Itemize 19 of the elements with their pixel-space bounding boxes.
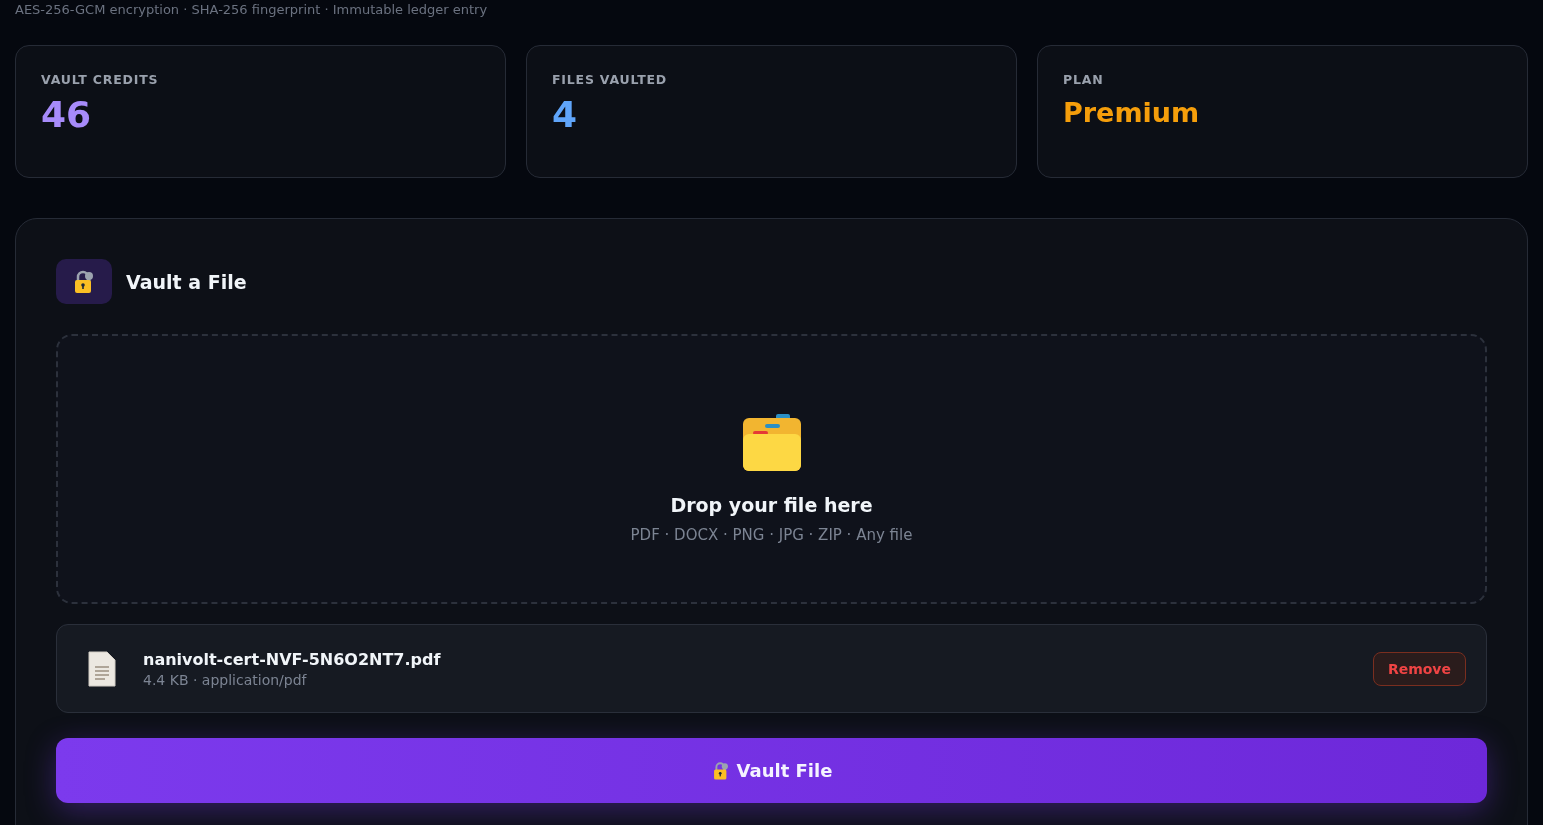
file-dropzone[interactable]: Drop your file here PDF · DOCX · PNG · JPG · ZIP · Any file xyxy=(56,334,1487,604)
dropzone-title: Drop your file here xyxy=(670,494,873,516)
stat-value: Premium xyxy=(1063,96,1201,130)
folder-icon xyxy=(741,414,802,472)
stat-label: FILES VAULTED xyxy=(552,72,669,87)
file-name: nanivolt-cert-NVF-5N6O2NT7.pdf xyxy=(143,649,442,669)
stat-label: VAULT CREDITS xyxy=(41,72,160,87)
subtitle: AES-256-GCM encryption · SHA-256 fingerprint · Immutable ledger entry xyxy=(15,1,489,19)
document-icon xyxy=(87,649,117,688)
button-label: Vault File xyxy=(736,760,833,781)
panel-title: Vault a File xyxy=(126,270,247,293)
lock-icon xyxy=(56,259,112,304)
vault-file-button[interactable]: Vault File xyxy=(56,738,1487,803)
dropzone-hint: PDF · DOCX · PNG · JPG · ZIP · Any file xyxy=(630,526,913,544)
remove-button[interactable]: Remove xyxy=(1372,651,1466,686)
file-meta: 4.4 KB · application/pdf xyxy=(143,671,308,688)
stat-label: PLAN xyxy=(1063,72,1105,87)
stat-value: 4 xyxy=(552,95,579,135)
stat-value: 46 xyxy=(41,95,93,135)
